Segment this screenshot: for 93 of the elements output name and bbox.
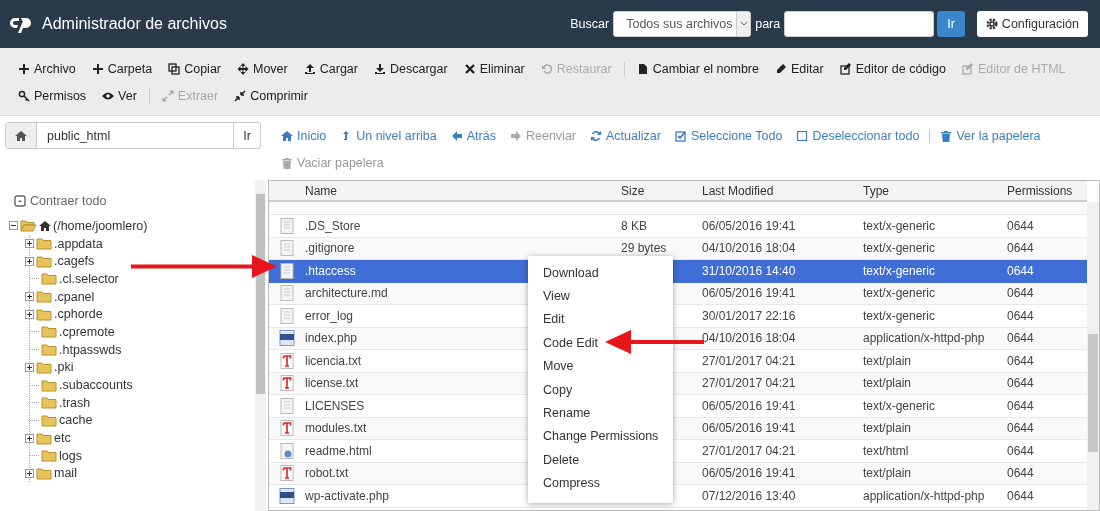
table-row[interactable]: .DS_Store 8 KB 06/05/2016 19:41 text/x-generic 0644 bbox=[269, 215, 1087, 238]
folder-name[interactable]: .cl.selector bbox=[59, 271, 119, 286]
table-cell-text: 0644 bbox=[1007, 241, 1035, 256]
folder-name[interactable]: etc bbox=[54, 431, 71, 446]
table-cell-text: 0644 bbox=[1007, 353, 1035, 368]
toolbar-button[interactable]: Descargar bbox=[365, 61, 456, 76]
table-cell-text: text/x-generic bbox=[863, 263, 937, 278]
table-cell-text: 30/01/2017 22:16 bbox=[702, 308, 797, 323]
table-cell-text: application/x-httpd-php bbox=[863, 331, 986, 346]
table-cell-text: 27/01/2017 04:21 bbox=[702, 443, 797, 458]
folder-name[interactable]: .cagefs bbox=[54, 254, 95, 269]
folder-name[interactable]: .subaccounts bbox=[59, 378, 133, 393]
table-cell-text: text/plain bbox=[863, 466, 913, 481]
table-cell-text: 0644 bbox=[1007, 488, 1035, 503]
table-cell-text: 0644 bbox=[1007, 398, 1035, 413]
table-cell-text: 31/10/2016 14:40 bbox=[702, 263, 797, 278]
table-cell-text: 06/05/2016 19:41 bbox=[702, 398, 797, 413]
folder-name[interactable]: (/home/joomlero) bbox=[53, 218, 148, 233]
table-cell-text: 0644 bbox=[1007, 331, 1035, 346]
toolbar-button[interactable]: Cargar bbox=[295, 61, 366, 76]
toolbar-button[interactable]: Seleccione Todo bbox=[667, 128, 790, 143]
go-button[interactable]: Ir bbox=[937, 11, 965, 37]
table-cell-text: 0644 bbox=[1007, 466, 1035, 481]
toolbar-button[interactable]: Carpeta bbox=[83, 61, 161, 76]
table-cell-text: text/plain bbox=[863, 421, 913, 436]
table-cell-text: 0644 bbox=[1007, 308, 1035, 323]
table-cell-text: text/html bbox=[863, 443, 910, 458]
table-cell-text: text/plain bbox=[863, 376, 913, 391]
toolbar-button[interactable]: Copiar bbox=[160, 61, 229, 76]
menu-item[interactable]: View bbox=[528, 284, 673, 308]
table-cell-text: 0644 bbox=[1007, 286, 1035, 301]
table-cell-text: 07/12/2016 13:40 bbox=[702, 488, 797, 503]
table-cell-text: 06/05/2016 19:41 bbox=[702, 466, 797, 481]
table-cell-text: text/x-generic bbox=[863, 398, 937, 413]
toolbar-button[interactable]: Un nivel arriba bbox=[333, 128, 444, 143]
table-cell-text: 0644 bbox=[1007, 218, 1035, 233]
column-header[interactable]: Permissions bbox=[1007, 183, 1087, 198]
table-cell-text: 06/05/2016 19:41 bbox=[702, 286, 797, 301]
app-title: Administrador de archivos bbox=[42, 15, 228, 33]
toolbar-button[interactable]: Cambiar el nombre bbox=[628, 61, 767, 76]
toolbar-button[interactable]: Inicio bbox=[274, 128, 334, 143]
folder-name[interactable]: .cphorde bbox=[54, 307, 103, 322]
toolbar-button[interactable]: Deseleccionar todo bbox=[789, 128, 927, 143]
menu-item[interactable]: Download bbox=[528, 261, 673, 285]
table-cell-text: 06/05/2016 19:41 bbox=[702, 421, 797, 436]
table-cell-text: 0644 bbox=[1007, 263, 1035, 278]
table-cell-text: 0644 bbox=[1007, 376, 1035, 391]
settings-button[interactable]: Configuración bbox=[976, 11, 1088, 37]
table-cell-text: text/x-generic bbox=[863, 286, 937, 301]
column-header[interactable]: Type bbox=[863, 183, 1007, 198]
folder-name[interactable]: .trash bbox=[59, 395, 91, 410]
table-cell-text: 27/01/2017 04:21 bbox=[702, 376, 797, 391]
folder-name[interactable]: .htpasswds bbox=[59, 342, 122, 357]
toolbar-button[interactable]: Atrás bbox=[443, 128, 503, 143]
column-header[interactable]: Size bbox=[621, 183, 702, 198]
file-name[interactable]: .DS_Store bbox=[305, 218, 621, 233]
column-header[interactable]: Last Modified bbox=[702, 183, 863, 198]
table-cell-text: 0644 bbox=[1007, 443, 1035, 458]
table-cell-text: text/x-generic bbox=[863, 218, 937, 233]
toolbar-button[interactable]: Editar bbox=[766, 61, 832, 76]
table-cell-text: 04/10/2016 18:04 bbox=[702, 241, 797, 256]
table-cell-text: 04/10/2016 18:04 bbox=[702, 331, 797, 346]
table-cell-text: 27/01/2017 04:21 bbox=[702, 353, 797, 368]
file-name[interactable]: .gitignore bbox=[305, 241, 621, 256]
table-cell-text: text/x-generic bbox=[863, 308, 937, 323]
table-cell-text: text/plain bbox=[863, 353, 913, 368]
table-cell-text: text/x-generic bbox=[863, 241, 937, 256]
for-label: para bbox=[755, 17, 781, 31]
toolbar-button[interactable]: Eliminar bbox=[455, 61, 533, 76]
toolbar-button[interactable]: Actualizar bbox=[583, 128, 668, 143]
table-cell: 8 KB bbox=[621, 218, 647, 233]
toolbar-button[interactable]: Ver bbox=[94, 88, 145, 103]
folder-name[interactable]: logs bbox=[59, 448, 82, 463]
column-header[interactable]: Name bbox=[305, 183, 621, 198]
table-cell-text: 0644 bbox=[1007, 421, 1035, 436]
toolbar-button[interactable]: Editor de código bbox=[831, 61, 954, 76]
folder-name[interactable]: .pki bbox=[54, 360, 74, 375]
toolbar-button[interactable]: Comprimir bbox=[226, 88, 316, 103]
toolbar-button[interactable]: Archivo bbox=[10, 61, 84, 76]
search-label: Buscar bbox=[570, 17, 610, 31]
search-scope-dropdown[interactable]: Todos sus archivos bbox=[613, 11, 752, 37]
toolbar-button[interactable]: Permisos bbox=[10, 88, 95, 103]
folder-name[interactable]: .appdata bbox=[54, 236, 103, 251]
folder-name[interactable]: mail bbox=[54, 466, 77, 481]
table-cell: 29 bytes bbox=[621, 241, 667, 256]
table-cell-text: 06/05/2016 19:41 bbox=[702, 218, 797, 233]
folder-name[interactable]: cache bbox=[59, 413, 93, 428]
folder-name[interactable]: .cpanel bbox=[54, 289, 95, 304]
table-cell-text: application/x-httpd-php bbox=[863, 488, 986, 503]
toolbar-button[interactable]: Mover bbox=[229, 61, 296, 76]
toolbar-button[interactable]: Ver la papelera bbox=[933, 128, 1048, 143]
collapse-all-button[interactable]: Contraer todo bbox=[14, 194, 107, 208]
folder-name[interactable]: .cpremote bbox=[59, 324, 115, 339]
